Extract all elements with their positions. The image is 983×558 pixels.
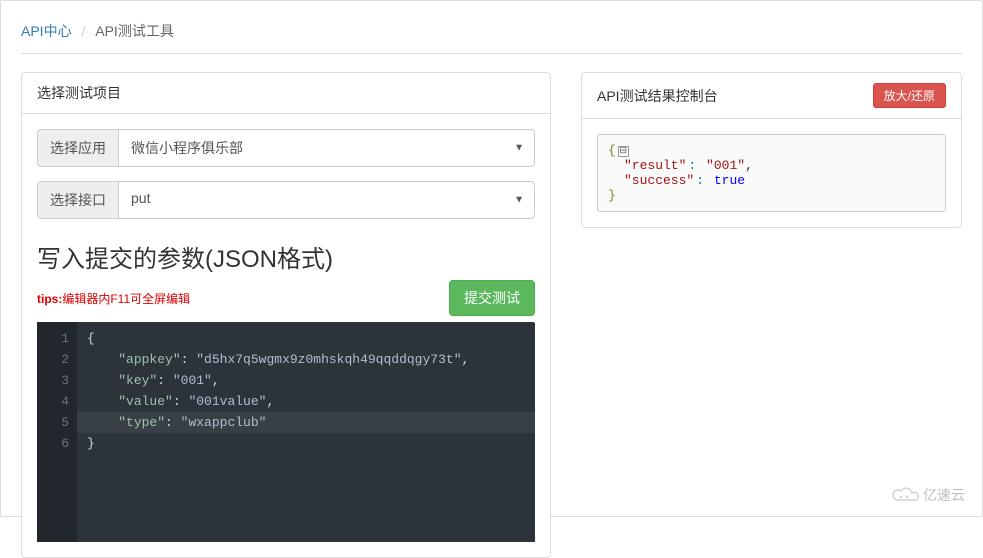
app-select-group: 选择应用 微信小程序俱乐部 ▼ [37, 129, 535, 167]
json-editor[interactable]: 1 2 3 4 5 6 { "appkey": "d5hx7q5wgmx9z0m… [37, 322, 535, 542]
editor-gutter: 1 2 3 4 5 6 [37, 322, 77, 542]
code-value: "d5hx7q5wgmx9z0mhskqh49qqddqgy73t" [196, 352, 461, 367]
zoom-toggle-button[interactable]: 放大/还原 [873, 83, 946, 108]
result-value: "001" [706, 158, 745, 173]
params-section-title: 写入提交的参数(JSON格式) [37, 239, 535, 274]
code-brace: { [87, 331, 95, 346]
collapse-node-icon[interactable]: ⊟ [618, 146, 629, 157]
code-key: "key" [118, 373, 157, 388]
watermark: 亿速云 [891, 485, 965, 505]
result-key: "success" [624, 173, 694, 188]
select-project-title: 选择测试项目 [37, 83, 121, 103]
breadcrumb-root-link[interactable]: API中心 [21, 23, 72, 39]
result-console-panel: API测试结果控制台 放大/还原 {⊟ "result": "001", "su… [581, 72, 962, 228]
result-console-title: API测试结果控制台 [597, 86, 718, 106]
tips-label: tips: [37, 292, 62, 306]
chevron-down-icon: ▼ [514, 195, 524, 206]
interface-select-group: 选择接口 put ▼ [37, 181, 535, 219]
chevron-down-icon: ▼ [514, 143, 524, 154]
result-key: "result" [624, 158, 686, 173]
code-value: "001value" [188, 394, 266, 409]
line-number: 1 [51, 328, 69, 349]
interface-select[interactable]: put ▼ [119, 181, 535, 219]
line-number: 4 [51, 391, 69, 412]
code-key: "type" [118, 415, 165, 430]
tips-content: 编辑器内F11可全屏编辑 [62, 292, 190, 306]
line-number: 3 [51, 370, 69, 391]
line-number: 6 [51, 433, 69, 454]
breadcrumb: API中心 / API测试工具 [21, 11, 962, 54]
interface-select-label: 选择接口 [37, 181, 119, 219]
app-select-label: 选择应用 [37, 129, 119, 167]
result-brace: { [608, 143, 616, 158]
line-number: 2 [51, 349, 69, 370]
result-json-viewer: {⊟ "result": "001", "success": true } [597, 134, 946, 212]
cloud-icon [891, 486, 919, 504]
select-project-panel: 选择测试项目 选择应用 微信小程序俱乐部 ▼ 选择接口 put [21, 72, 551, 558]
code-value: "001" [173, 373, 212, 388]
breadcrumb-current: API测试工具 [95, 23, 174, 39]
panel-title: 选择测试项目 [22, 73, 550, 114]
code-key: "value" [118, 394, 173, 409]
breadcrumb-separator: / [81, 23, 85, 39]
app-select[interactable]: 微信小程序俱乐部 ▼ [119, 129, 535, 167]
interface-select-value: put [119, 182, 534, 214]
watermark-text: 亿速云 [923, 485, 965, 505]
code-brace: } [87, 436, 95, 451]
result-value: true [714, 173, 745, 188]
code-value: "wxappclub" [181, 415, 267, 430]
result-brace: } [608, 188, 616, 203]
editor-code[interactable]: { "appkey": "d5hx7q5wgmx9z0mhskqh49qqddq… [77, 322, 535, 542]
submit-test-button[interactable]: 提交测试 [449, 280, 535, 316]
code-key: "appkey" [118, 352, 180, 367]
line-number: 5 [51, 412, 69, 433]
tips-text: tips:编辑器内F11可全屏编辑 [37, 290, 190, 307]
app-select-value: 微信小程序俱乐部 [119, 130, 534, 166]
